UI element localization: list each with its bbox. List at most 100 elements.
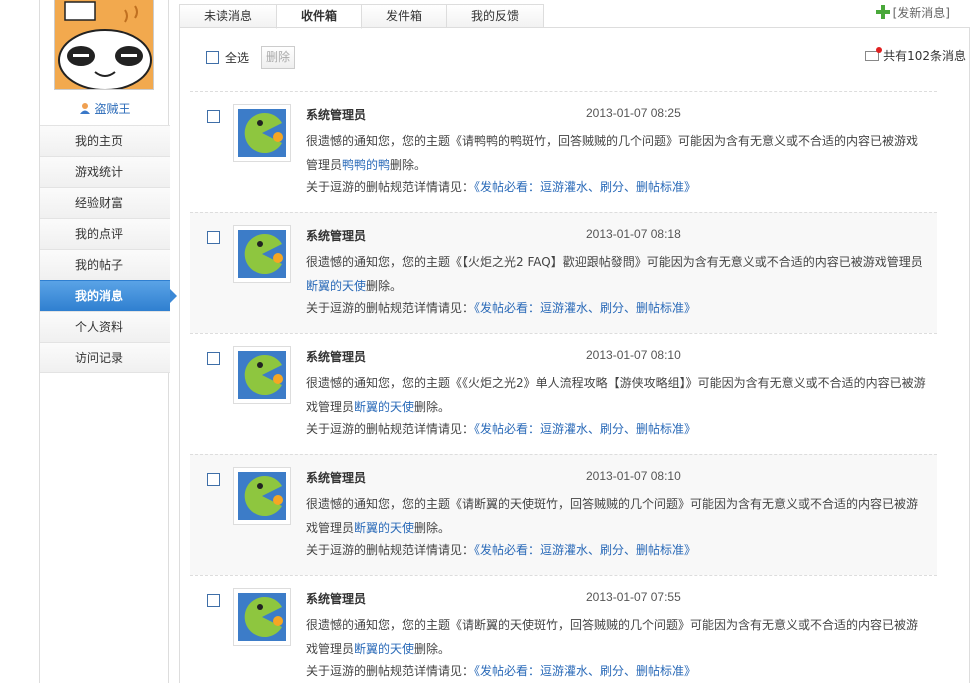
sender-name[interactable]: 系统管理员 [306, 348, 366, 365]
message-checkbox[interactable] [207, 594, 220, 607]
rule-link[interactable]: 《发帖必看：逗游灌水、刷分、删帖标准》 [474, 543, 696, 557]
inbox-panel: 全选 删除 共有102条消息 系统管理员 2013-01-07 08:25 很遗… [179, 27, 970, 683]
admin-link[interactable]: 断翼的天使 [354, 642, 414, 656]
message-item: 系统管理员 2013-01-07 08:25 很遗憾的通知您，您的主题《请鸭鸭的… [190, 91, 937, 212]
message-item: 系统管理员 2013-01-07 07:55 很遗憾的通知您，您的主题《请断翼的… [190, 575, 937, 683]
rule-prefix: 关于逗游的删帖规范详情请见： [306, 543, 475, 557]
sidebar-item-profile[interactable]: 个人资料 [40, 311, 170, 342]
toolbar: 全选 删除 [206, 46, 296, 69]
admin-link[interactable]: 断翼的天使 [306, 279, 366, 293]
rule-prefix: 关于逗游的删帖规范详情请见： [306, 422, 475, 436]
message-checkbox[interactable] [207, 231, 220, 244]
sender-avatar[interactable] [233, 225, 291, 283]
message-item: 系统管理员 2013-01-07 08:10 很遗憾的通知您，您的主题《请断翼的… [190, 454, 937, 575]
sidebar-item-my-reviews[interactable]: 我的点评 [40, 218, 170, 249]
sender-name[interactable]: 系统管理员 [306, 590, 366, 607]
sender-name[interactable]: 系统管理员 [306, 469, 366, 486]
new-message-link[interactable]: [发新消息] [875, 4, 950, 21]
sidebar-item-label: 我的主页 [75, 134, 124, 148]
select-all-label[interactable]: 全选 [225, 49, 249, 66]
sidebar-item-label: 我的帖子 [75, 258, 124, 272]
message-body: 很遗憾的通知您，您的主题《请鸭鸭的鸭斑竹，回答贼贼的几个问题》可能因为含有无意义… [306, 129, 926, 177]
pacman-icon [238, 472, 286, 520]
pacman-icon [238, 230, 286, 278]
message-time: 2013-01-07 07:55 [586, 590, 681, 604]
rule-line: 关于逗游的删帖规范详情请见：《发帖必看：逗游灌水、刷分、删帖标准》 [306, 178, 696, 195]
rule-link[interactable]: 《发帖必看：逗游灌水、刷分、删帖标准》 [474, 301, 696, 315]
message-count: 共有102条消息 [865, 47, 966, 64]
sender-avatar-image [238, 351, 286, 399]
delete-button[interactable]: 删除 [261, 46, 296, 69]
sidebar-item-game-stats[interactable]: 游戏统计 [40, 156, 170, 187]
message-body-end: 删除。 [390, 158, 427, 172]
message-checkbox[interactable] [207, 473, 220, 486]
sidebar-item-my-posts[interactable]: 我的帖子 [40, 249, 170, 280]
rule-line: 关于逗游的删帖规范详情请见：《发帖必看：逗游灌水、刷分、删帖标准》 [306, 541, 696, 558]
active-arrow-icon [170, 289, 177, 303]
sidebar: 盗贼王 我的主页 游戏统计 经验财富 我的点评 我的帖子 我的消息 个人资料 访… [39, 0, 177, 683]
rule-link[interactable]: 《发帖必看：逗游灌水、刷分、删帖标准》 [474, 664, 696, 678]
mail-icon [865, 47, 883, 61]
sidebar-item-label: 个人资料 [75, 320, 124, 334]
message-body-end: 删除。 [366, 279, 403, 293]
message-body-end: 删除。 [414, 642, 451, 656]
tab-inbox[interactable]: 收件箱 [276, 4, 363, 29]
sender-avatar[interactable] [233, 104, 291, 162]
message-time: 2013-01-07 08:10 [586, 348, 681, 362]
avatar-image [55, 0, 153, 89]
message-body-end: 删除。 [414, 521, 451, 535]
sender-avatar[interactable] [233, 467, 291, 525]
sidebar-item-label: 游戏统计 [75, 165, 124, 179]
sidebar-item-label: 访问记录 [75, 351, 124, 365]
tab-feedback[interactable]: 我的反馈 [446, 4, 545, 28]
sidebar-item-label: 我的点评 [75, 227, 124, 241]
sidebar-item-home[interactable]: 我的主页 [40, 125, 170, 156]
user-avatar[interactable] [54, 0, 154, 90]
message-checkbox[interactable] [207, 110, 220, 123]
sender-name[interactable]: 系统管理员 [306, 106, 366, 123]
message-checkbox[interactable] [207, 352, 220, 365]
username[interactable]: 盗贼王 [40, 100, 170, 117]
message-body-end: 删除。 [414, 400, 451, 414]
pacman-icon [238, 351, 286, 399]
sidebar-item-label: 经验财富 [75, 196, 124, 210]
sidebar-item-my-messages[interactable]: 我的消息 [40, 280, 177, 311]
rule-line: 关于逗游的删帖规范详情请见：《发帖必看：逗游灌水、刷分、删帖标准》 [306, 662, 696, 679]
message-body: 很遗憾的通知您，您的主题《请断翼的天使斑竹，回答贼贼的几个问题》可能因为含有无意… [306, 613, 926, 661]
admin-link[interactable]: 鸭鸭的鸭 [342, 158, 390, 172]
rule-link[interactable]: 《发帖必看：逗游灌水、刷分、删帖标准》 [474, 422, 696, 436]
message-body: 很遗憾的通知您，您的主题《《火炬之光2》单人流程攻略【游侠攻略组】》可能因为含有… [306, 371, 926, 419]
tab-unread[interactable]: 未读消息 [179, 4, 278, 28]
user-icon [80, 103, 91, 114]
sender-name[interactable]: 系统管理员 [306, 227, 366, 244]
admin-link[interactable]: 断翼的天使 [354, 521, 414, 535]
sidebar-item-visit-history[interactable]: 访问记录 [40, 342, 170, 373]
select-all-checkbox[interactable] [206, 51, 219, 64]
sidebar-nav: 我的主页 游戏统计 经验财富 我的点评 我的帖子 我的消息 个人资料 访问记录 [40, 125, 177, 373]
rule-prefix: 关于逗游的删帖规范详情请见： [306, 301, 475, 315]
sender-avatar-image [238, 109, 286, 157]
sender-avatar[interactable] [233, 346, 291, 404]
message-time: 2013-01-07 08:18 [586, 227, 681, 241]
tab-outbox[interactable]: 发件箱 [361, 4, 448, 28]
new-message-label: [发新消息] [892, 6, 950, 20]
message-list: 系统管理员 2013-01-07 08:25 很遗憾的通知您，您的主题《请鸭鸭的… [190, 91, 937, 683]
username-text[interactable]: 盗贼王 [94, 102, 130, 116]
plus-icon [875, 5, 890, 19]
message-count-text: 共有102条消息 [883, 49, 966, 63]
message-time: 2013-01-07 08:25 [586, 106, 681, 120]
sender-avatar-image [238, 472, 286, 520]
sidebar-item-experience-wealth[interactable]: 经验财富 [40, 187, 170, 218]
pacman-icon [238, 593, 286, 641]
message-item: 系统管理员 2013-01-07 08:18 很遗憾的通知您，您的主题《【火炬之… [190, 212, 937, 333]
rule-line: 关于逗游的删帖规范详情请见：《发帖必看：逗游灌水、刷分、删帖标准》 [306, 299, 696, 316]
rule-prefix: 关于逗游的删帖规范详情请见： [306, 664, 475, 678]
sender-avatar[interactable] [233, 588, 291, 646]
main-content: 未读消息 收件箱 发件箱 我的反馈 [发新消息] 全选 删除 共有102条消息 [179, 0, 980, 683]
sender-avatar-image [238, 593, 286, 641]
rule-prefix: 关于逗游的删帖规范详情请见： [306, 180, 475, 194]
message-body-text: 很遗憾的通知您，您的主题《【火炬之光2 FAQ】歡迎跟帖發問》可能因为含有无意义… [306, 255, 923, 269]
admin-link[interactable]: 断翼的天使 [354, 400, 414, 414]
rule-link[interactable]: 《发帖必看：逗游灌水、刷分、删帖标准》 [474, 180, 696, 194]
sidebar-item-label: 我的消息 [75, 289, 124, 303]
